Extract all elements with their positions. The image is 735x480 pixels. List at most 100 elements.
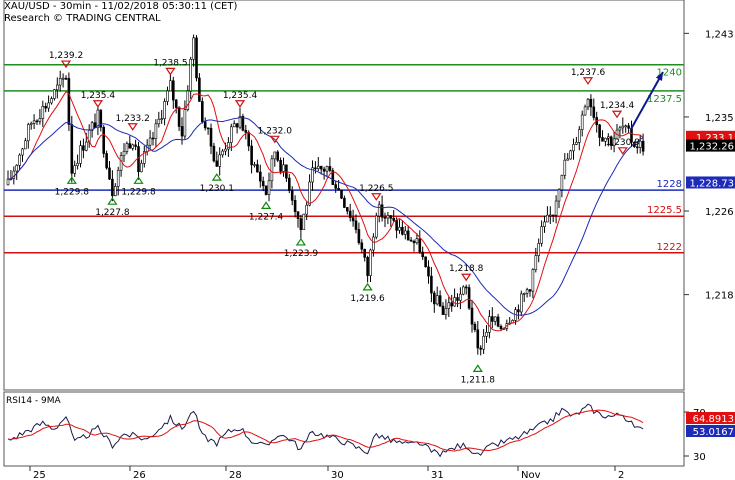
candle-body [250, 145, 253, 166]
candle-body [354, 220, 358, 230]
candle-body [232, 123, 236, 128]
candle-body [235, 123, 239, 128]
candle-body [499, 325, 503, 330]
candle-body [264, 185, 268, 195]
level-label: 1225.5 [647, 205, 682, 216]
candle-body [114, 186, 117, 197]
candle-body [227, 142, 230, 150]
candle-body [360, 242, 364, 250]
candle-body [174, 99, 178, 108]
candle-body [340, 189, 343, 199]
candle-body [528, 289, 532, 292]
candle-body [35, 120, 39, 123]
candle-body [470, 307, 474, 325]
candle-body [125, 143, 129, 152]
candle-body [206, 127, 210, 130]
candle-body [377, 204, 381, 217]
candle-body [198, 77, 201, 102]
swing-high-label: 1,235.4 [81, 91, 116, 101]
candle-body [476, 329, 480, 349]
candle-body [32, 120, 36, 124]
candle-body [459, 293, 462, 301]
price-tick-label: 1,218 [705, 291, 734, 302]
candle-body [314, 167, 317, 170]
candle-body [525, 289, 529, 294]
candle-body [543, 221, 546, 227]
candle-body [435, 295, 439, 305]
rsi-badge-label: 53.0167 [693, 427, 734, 438]
candle-body [517, 309, 520, 313]
swing-low-label: 1,227.4 [249, 212, 284, 222]
swing-low-label: 1,211.8 [461, 375, 496, 385]
candle-body [482, 335, 485, 350]
candle-body [479, 347, 483, 350]
candle-body [473, 323, 477, 331]
candle-body [256, 164, 259, 173]
candle-body [299, 218, 303, 230]
candle-body [105, 153, 108, 169]
date-label: 26 [133, 470, 146, 480]
candle-body [218, 154, 221, 167]
rsi-ma-line [7, 409, 644, 452]
candle-body [73, 165, 76, 174]
candle-body [128, 143, 132, 149]
candle-body [186, 90, 190, 110]
candle-body [244, 129, 248, 133]
candle-body [490, 316, 494, 322]
level-label: 1222 [657, 242, 682, 253]
price-tick-label: 1,235 [705, 113, 734, 124]
swing-high-marker [371, 193, 382, 201]
candle-body [195, 37, 198, 79]
candle-body [201, 101, 204, 123]
candle-body [169, 80, 172, 92]
candle-body [444, 308, 448, 315]
candle-body [6, 178, 10, 186]
main-pane-frame [3, 0, 685, 391]
date-label: 28 [229, 470, 242, 480]
candle-body [108, 167, 111, 180]
candle-body [401, 226, 404, 235]
candle-body [224, 148, 227, 152]
candle-body [154, 123, 158, 139]
candles [6, 34, 645, 356]
candle-body [522, 293, 526, 295]
candle-body [496, 316, 500, 327]
swing-low-marker [107, 197, 118, 205]
swing-high-label: 1,237.6 [571, 68, 606, 78]
price-badge-label: 1,232.26 [689, 142, 734, 153]
candle-body [305, 204, 309, 215]
swing-high-marker [92, 100, 104, 108]
price-tick-label: 1,243 [705, 29, 734, 40]
candle-body [247, 132, 250, 147]
candle-body [230, 126, 233, 143]
candle-body [61, 77, 65, 80]
candle-body [586, 98, 590, 108]
swing-high-label: 1,230.9 [606, 138, 641, 148]
candle-body [102, 126, 105, 154]
candle-body [316, 165, 320, 169]
candle-body [325, 166, 329, 172]
rsi-tick-label: 30 [693, 452, 706, 463]
rsi-ma-badge-label: 64.8913 [693, 414, 734, 425]
swing-low-marker [295, 237, 307, 246]
swing-high-marker [127, 123, 138, 131]
candle-body [41, 106, 45, 119]
candle-body [438, 295, 442, 307]
candle-body [627, 125, 630, 129]
candle-body [461, 286, 465, 295]
candle-body [203, 121, 207, 129]
candle-body [296, 211, 300, 219]
candle-body [412, 240, 416, 244]
rsi-line [7, 403, 644, 458]
swing-high-marker [611, 110, 623, 119]
candle-body [583, 106, 587, 116]
candle-body [421, 251, 425, 258]
candle-body [82, 145, 85, 151]
level-label: 1228 [657, 179, 682, 190]
candle-body [572, 144, 575, 152]
candle-body [392, 217, 396, 221]
candle-body [137, 146, 140, 173]
candle-body [575, 141, 578, 145]
candle-body [519, 293, 523, 313]
candle-body [319, 165, 323, 170]
